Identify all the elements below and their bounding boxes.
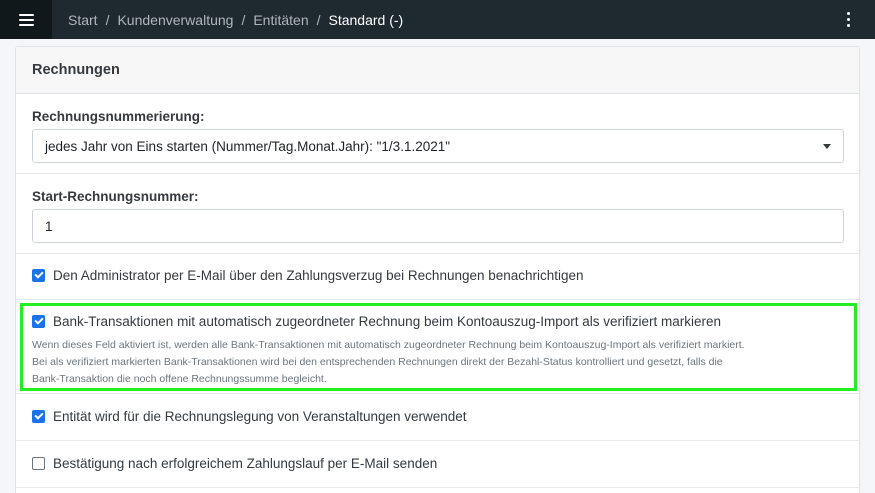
breadcrumb-separator: /: [316, 11, 321, 28]
checkbox-checked-icon: [32, 269, 45, 282]
breadcrumb: Start / Kundenverwaltung / Entitäten / S…: [68, 12, 403, 28]
breadcrumb-kundenverwaltung[interactable]: Kundenverwaltung: [117, 12, 233, 28]
top-navbar: Start / Kundenverwaltung / Entitäten / S…: [0, 0, 875, 39]
help-line: Bank-Transaktion die noch offene Rechnun…: [32, 373, 327, 385]
payment-confirm-checkbox[interactable]: Bestätigung nach erfolgreichem Zahlungsl…: [32, 456, 437, 471]
help-line: Bei als verifiziert markierten Bank-Tran…: [32, 356, 723, 368]
invoices-card: Rechnungen Rechnungsnummerierung: jedes …: [15, 46, 860, 493]
admin-notify-label: Den Administrator per E-Mail über den Za…: [53, 268, 584, 283]
menu-toggle-button[interactable]: [0, 0, 52, 39]
numbering-row: Rechnungsnummerierung: jedes Jahr von Ei…: [16, 94, 859, 174]
bank-verify-checkbox[interactable]: Bank-Transaktionen mit automatisch zugeo…: [32, 314, 721, 329]
breadcrumb-separator: /: [241, 11, 246, 28]
numbering-select[interactable]: jedes Jahr von Eins starten (Nummer/Tag.…: [32, 129, 844, 163]
numbering-select-value: jedes Jahr von Eins starten (Nummer/Tag.…: [45, 138, 451, 154]
start-number-value: 1: [45, 218, 53, 234]
start-number-label: Start-Rechnungsnummer:: [32, 189, 199, 204]
breadcrumb-start[interactable]: Start: [68, 12, 98, 28]
checkbox-checked-icon: [32, 315, 45, 328]
event-invoicing-label: Entität wird für die Rechnungslegung von…: [53, 409, 467, 424]
event-invoicing-checkbox[interactable]: Entität wird für die Rechnungslegung von…: [32, 409, 467, 424]
breadcrumb-separator: /: [105, 11, 110, 28]
breadcrumb-entitaeten[interactable]: Entitäten: [253, 12, 308, 28]
checkbox-unchecked-icon: [32, 457, 45, 470]
event-invoicing-row: Entität wird für die Rechnungslegung von…: [16, 394, 859, 441]
more-options-icon[interactable]: [843, 12, 853, 27]
payment-confirm-label: Bestätigung nach erfolgreichem Zahlungsl…: [53, 456, 438, 471]
card-title: Rechnungen: [16, 47, 859, 94]
bank-verify-label: Bank-Transaktionen mit automatisch zugeo…: [53, 314, 722, 329]
breadcrumb-current: Standard (-): [328, 11, 404, 28]
checkbox-checked-icon: [32, 410, 45, 423]
hamburger-icon: [18, 13, 34, 26]
payment-confirm-row: Bestätigung nach erfolgreichem Zahlungsl…: [16, 441, 859, 488]
bank-verify-help-text: Wenn dieses Feld aktiviert ist, werden a…: [32, 337, 844, 388]
numbering-label: Rechnungsnummerierung:: [32, 109, 205, 124]
admin-notify-row: Den Administrator per E-Mail über den Za…: [16, 254, 859, 300]
start-number-input[interactable]: 1: [32, 209, 844, 243]
caret-down-icon: [823, 144, 831, 149]
help-line: Wenn dieses Feld aktiviert ist, werden a…: [32, 339, 745, 351]
admin-notify-checkbox[interactable]: Den Administrator per E-Mail über den Za…: [32, 268, 584, 283]
start-number-row: Start-Rechnungsnummer: 1: [16, 174, 859, 254]
